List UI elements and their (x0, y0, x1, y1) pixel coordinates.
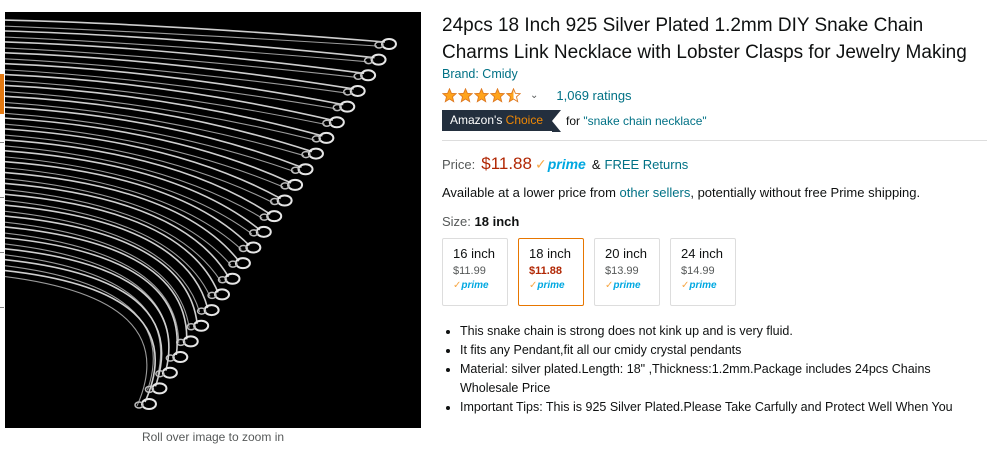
prime-text: prime (537, 280, 565, 291)
badge-query-link[interactable]: "snake chain necklace" (583, 114, 706, 128)
feature-bullets: This snake chain is strong does not kink… (442, 322, 985, 417)
prime-text: prime (461, 280, 489, 291)
free-returns-link[interactable]: FREE Returns (605, 157, 689, 172)
badge-word: Choice (505, 113, 544, 127)
badge-prefix: Amazon's (450, 113, 503, 127)
badge-for-text: for "snake chain necklace" (566, 114, 707, 128)
product-image[interactable] (5, 12, 421, 428)
size-option-prime: ✓prime (453, 280, 507, 291)
amazons-choice-row: Amazon's Choice for "snake chain necklac… (442, 110, 987, 132)
chevron-down-icon[interactable]: ⌄ (530, 90, 538, 101)
size-option-price: $11.99 (453, 265, 486, 277)
star-icon (474, 87, 489, 103)
price-row: Price: $11.88 ✓prime & FREE Returns (442, 154, 987, 174)
thumbnail-divider (0, 307, 4, 308)
badge-for-label: for (566, 113, 581, 128)
thumbnail-divider (0, 142, 4, 143)
ratings-count-link[interactable]: 1,069 ratings (556, 88, 631, 103)
section-divider (442, 140, 987, 141)
feature-bullet: This snake chain is strong does not kink… (460, 322, 985, 341)
rating-row: ⌄ 1,069 ratings (442, 85, 987, 105)
star-rating[interactable] (442, 87, 522, 103)
size-selected-value: 18 inch (474, 214, 520, 229)
size-option-name: 20 inch (605, 246, 647, 261)
size-option-name: 24 inch (681, 246, 723, 261)
size-option-24-inch[interactable]: 24 inch $14.99 ✓prime (670, 238, 736, 306)
size-option-prime: ✓prime (681, 280, 735, 291)
feature-bullet: It fits any Pendant,fit all our cmidy cr… (460, 341, 985, 360)
prime-check-icon: ✓ (534, 156, 547, 172)
snake-chains-photo (5, 19, 397, 410)
product-detail-panel: 24pcs 18 Inch 925 Silver Plated 1.2mm DI… (442, 12, 987, 417)
size-option-price: $14.99 (681, 265, 715, 277)
lower-price-suffix: , potentially without free Prime shippin… (690, 185, 921, 200)
star-icon (442, 87, 457, 103)
price-value: $11.88 (481, 154, 532, 173)
size-option-16-inch[interactable]: 16 inch $11.99 ✓prime (442, 238, 508, 306)
size-option-name: 16 inch (453, 246, 495, 261)
size-label-text: Size: (442, 214, 471, 229)
size-option-name: 18 inch (529, 246, 571, 261)
size-option-price: $11.88 (529, 265, 563, 277)
size-option-price: $13.99 (605, 265, 639, 277)
prime-logo: ✓prime (535, 156, 586, 173)
prime-text: prime (689, 280, 717, 291)
zoom-hint: Roll over image to zoom in (141, 430, 285, 444)
active-thumbnail-marker (0, 74, 4, 114)
other-sellers-link[interactable]: other sellers (620, 185, 691, 200)
size-option-prime: ✓prime (605, 280, 659, 291)
amazons-choice-badge: Amazon's Choice (442, 110, 562, 132)
star-icon (458, 87, 473, 103)
star-icon (490, 87, 505, 103)
feature-bullet: Important Tips: This is 925 Silver Plate… (460, 398, 985, 417)
price-label: Price: (442, 157, 476, 172)
lower-price-prefix: Available at a lower price from (442, 185, 616, 200)
size-label: Size: 18 inch (442, 214, 987, 229)
size-option-20-inch[interactable]: 20 inch $13.99 ✓prime (594, 238, 660, 306)
lower-price-note: Available at a lower price from other se… (442, 185, 987, 200)
size-swatches: 16 inch $11.99 ✓prime 18 inch $11.88 ✓pr… (442, 238, 987, 306)
brand-link[interactable]: Brand: Cmidy (442, 67, 987, 81)
prime-text: prime (547, 156, 586, 172)
size-option-18-inch[interactable]: 18 inch $11.88 ✓prime (518, 238, 584, 306)
and-text: & (591, 157, 601, 172)
thumbnail-divider (0, 252, 4, 253)
feature-bullet: Material: silver plated.Length: 18" ,Thi… (460, 360, 985, 398)
star-icon (506, 87, 521, 103)
prime-text: prime (613, 280, 641, 291)
size-option-prime: ✓prime (529, 280, 583, 291)
thumbnail-divider (0, 197, 4, 198)
product-title: 24pcs 18 Inch 925 Silver Plated 1.2mm DI… (442, 15, 967, 63)
